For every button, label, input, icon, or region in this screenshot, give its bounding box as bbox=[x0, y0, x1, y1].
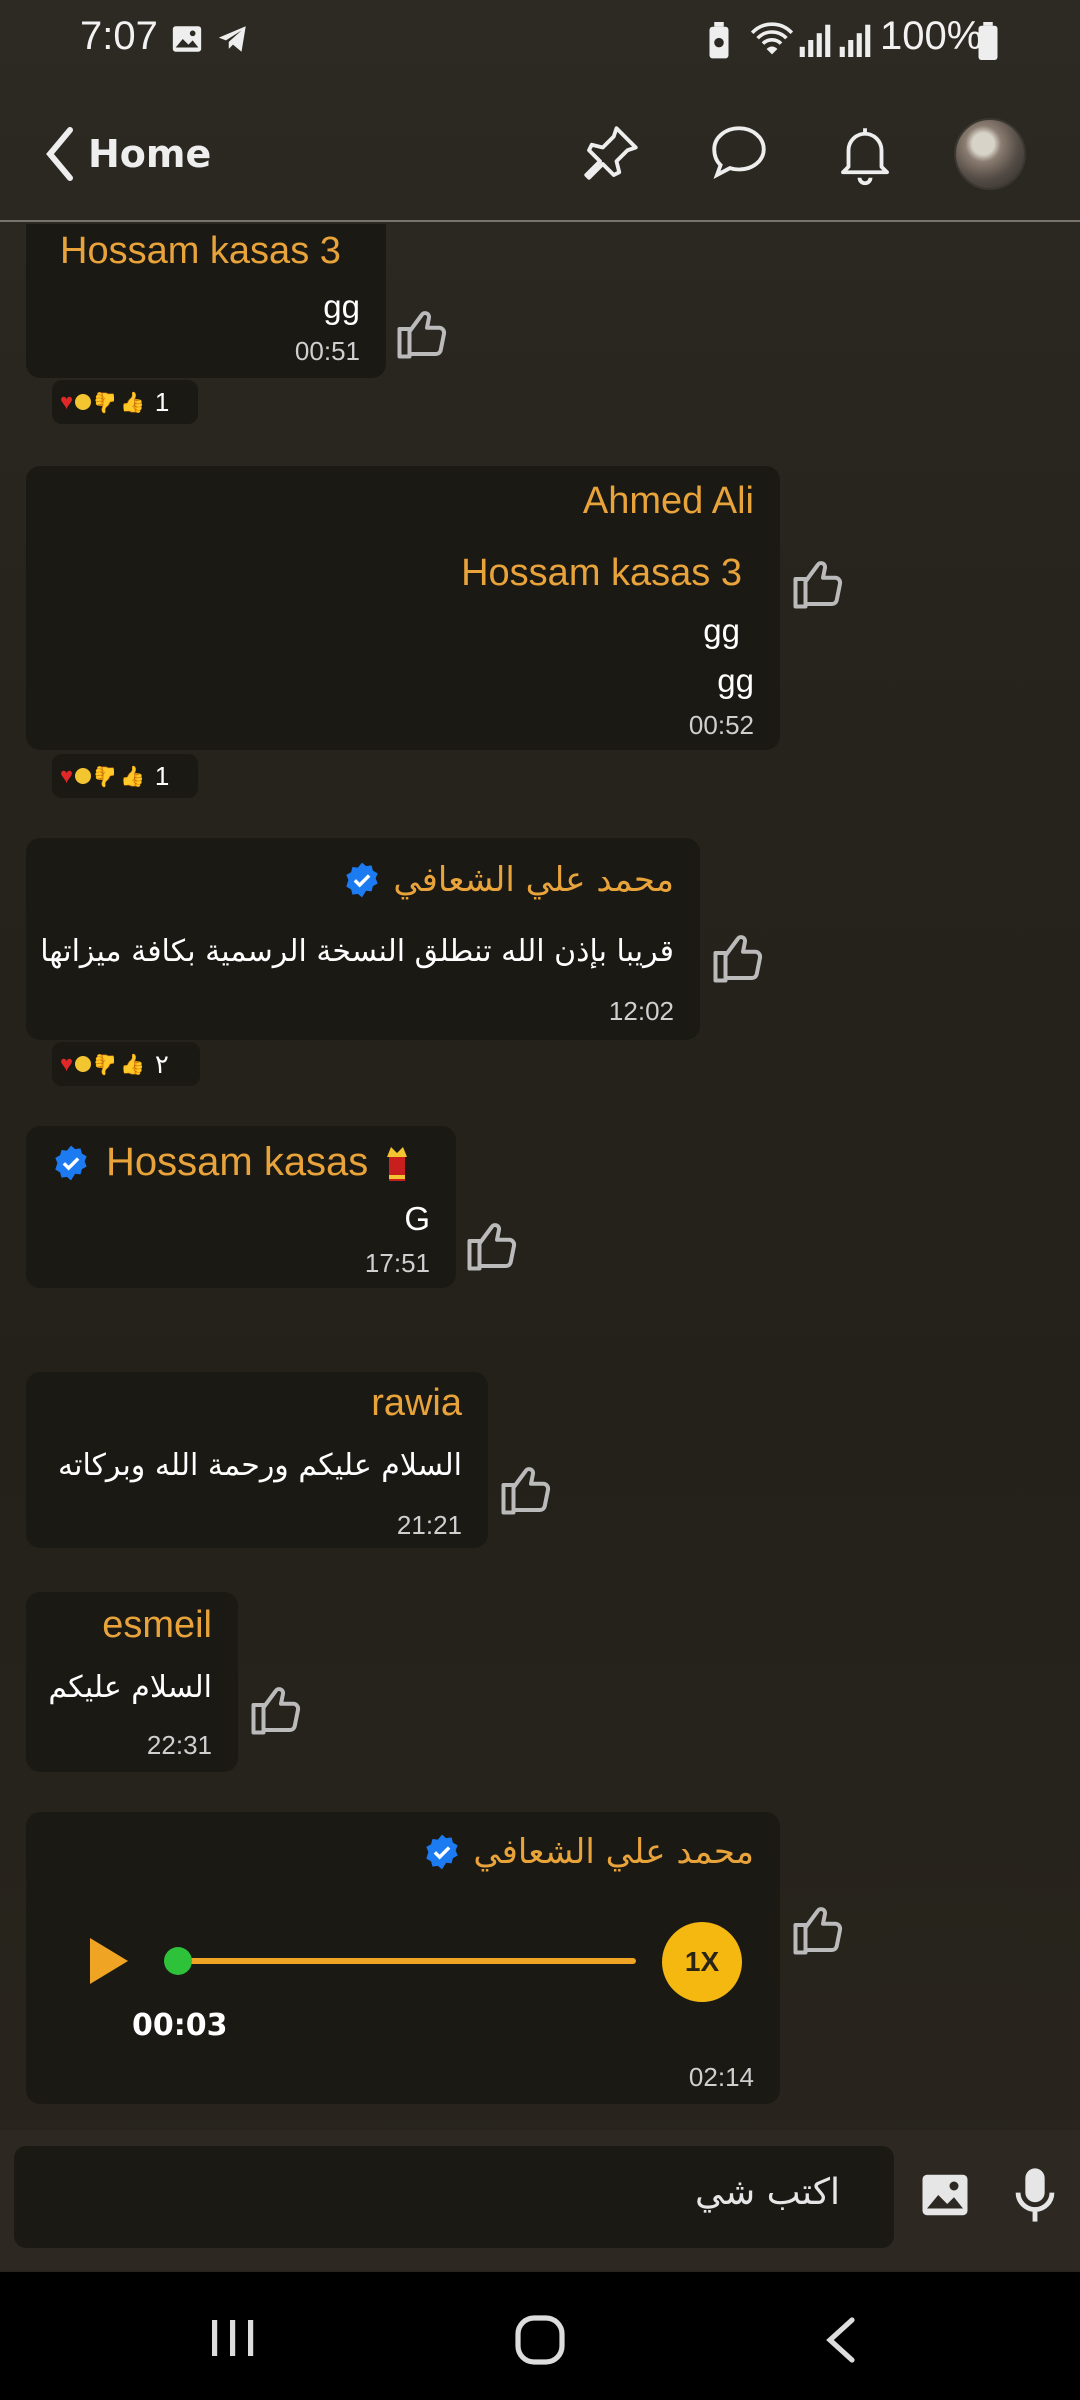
message-time: 00:52 bbox=[688, 710, 754, 740]
sender-row: محمد علي الشعافي bbox=[343, 860, 674, 900]
dislike-icon: 👍 bbox=[93, 1052, 118, 1075]
message-text: G bbox=[404, 1200, 430, 1237]
reaction-count: ٢ bbox=[154, 1048, 169, 1079]
message-sender: rawia bbox=[371, 1382, 462, 1424]
quoted-sender: Hossam kasas 3 bbox=[461, 552, 742, 594]
signal-2-icon bbox=[839, 24, 871, 57]
message-bubble[interactable]: Ahmed Ali Hossam kasas 3 gg gg 00:52 bbox=[26, 466, 780, 750]
like-icon[interactable] bbox=[462, 1216, 522, 1276]
like-icon[interactable] bbox=[392, 304, 452, 364]
like-icon[interactable] bbox=[246, 1680, 306, 1740]
battery-icon bbox=[978, 22, 998, 60]
back-button[interactable]: Home bbox=[44, 126, 211, 182]
verified-icon bbox=[426, 1834, 459, 1870]
message-bubble[interactable]: محمد علي الشعافي قريبا بإذن الله تنطلق ا… bbox=[26, 838, 700, 1040]
battery-percent: 100% bbox=[880, 14, 983, 58]
message-time: 00:51 bbox=[294, 336, 360, 366]
reaction-count: 1 bbox=[154, 760, 170, 791]
message-time: 17:51 bbox=[364, 1248, 430, 1278]
smile-icon bbox=[75, 768, 92, 784]
microphone-icon[interactable] bbox=[1010, 2166, 1060, 2224]
verified-icon bbox=[55, 1145, 87, 1180]
heart-icon: ♥ bbox=[60, 1051, 74, 1076]
back-label: Home bbox=[88, 132, 212, 176]
voice-message-bubble[interactable]: محمد علي الشعافي 1X 00:03 02:14 bbox=[26, 1812, 780, 2104]
message-input-placeholder: اكتب شي bbox=[695, 2172, 840, 2213]
verified-icon bbox=[346, 862, 379, 898]
reactions-bar[interactable]: ♥ 👍 👍 ٢ bbox=[52, 1042, 200, 1086]
image-attach-icon[interactable] bbox=[918, 2168, 972, 2222]
status-bar: 7:07 100% bbox=[0, 0, 1080, 80]
pin-icon[interactable] bbox=[578, 120, 644, 186]
thumbs-up-icon: 👍 bbox=[119, 765, 145, 788]
chat-icon[interactable] bbox=[706, 120, 772, 186]
image-notification-icon bbox=[172, 26, 202, 52]
signal-icon bbox=[799, 24, 831, 57]
message-time: 22:31 bbox=[146, 1730, 212, 1760]
smile-icon bbox=[75, 394, 92, 410]
like-icon[interactable] bbox=[788, 554, 848, 614]
chevron-left-icon bbox=[46, 127, 73, 181]
message-sender: محمد علي الشعافي bbox=[393, 860, 674, 900]
heart-icon: ♥ bbox=[60, 763, 74, 788]
message-sender: Ahmed Ali bbox=[582, 480, 754, 522]
quoted-text: gg bbox=[703, 612, 740, 649]
telegram-icon bbox=[218, 26, 246, 52]
message-bubble[interactable]: Hossam kasas 3 gg 00:51 bbox=[26, 224, 386, 378]
thumbs-up-icon: 👍 bbox=[119, 391, 145, 414]
message-text: gg bbox=[323, 288, 360, 325]
message-bubble[interactable]: esmeil السلام عليكم 22:31 bbox=[26, 1592, 238, 1772]
heart-icon: ♥ bbox=[60, 389, 74, 414]
voice-elapsed: 00:03 bbox=[132, 2008, 228, 2043]
chat-header: Home bbox=[0, 80, 1080, 222]
smile-icon bbox=[75, 1056, 92, 1072]
play-icon[interactable] bbox=[86, 1936, 130, 1986]
message-text: gg bbox=[717, 662, 754, 699]
playback-speed-label: 1X bbox=[684, 1946, 720, 1977]
voice-progress-thumb[interactable] bbox=[164, 1947, 192, 1975]
status-time: 7:07 bbox=[80, 14, 158, 58]
thumbs-up-icon: 👍 bbox=[119, 1053, 145, 1076]
battery-saver-icon bbox=[709, 22, 729, 59]
message-sender: Hossam kasas bbox=[106, 1140, 369, 1184]
reactions-bar[interactable]: ♥ 👍 👍 1 bbox=[52, 380, 198, 424]
message-time: 12:02 bbox=[608, 996, 674, 1026]
message-time: 21:21 bbox=[396, 1510, 462, 1540]
like-icon[interactable] bbox=[496, 1460, 556, 1520]
sender-row: Hossam kasas bbox=[52, 1140, 410, 1185]
back-nav-icon[interactable] bbox=[822, 2316, 858, 2364]
bell-icon[interactable] bbox=[832, 120, 898, 186]
home-icon[interactable] bbox=[512, 2312, 568, 2368]
avatar[interactable] bbox=[954, 118, 1026, 190]
recent-apps-icon[interactable] bbox=[208, 2316, 258, 2360]
message-bubble[interactable]: Hossam kasas G 17:51 bbox=[26, 1126, 456, 1288]
dislike-icon: 👍 bbox=[93, 390, 118, 413]
message-sender: esmeil bbox=[102, 1604, 212, 1646]
message-time: 02:14 bbox=[688, 2062, 754, 2092]
wifi-icon bbox=[750, 22, 794, 55]
message-sender: Hossam kasas 3 bbox=[60, 230, 341, 272]
message-sender: محمد علي الشعافي bbox=[473, 1832, 754, 1872]
reactions-bar[interactable]: ♥ 👍 👍 1 bbox=[52, 754, 198, 798]
message-text: السلام عليكم ورحمة الله وبركاته bbox=[58, 1448, 462, 1483]
playback-speed-button[interactable]: 1X bbox=[662, 1922, 742, 2002]
message-text: السلام عليكم bbox=[48, 1670, 212, 1705]
like-icon[interactable] bbox=[788, 1900, 848, 1960]
dislike-icon: 👍 bbox=[93, 764, 118, 787]
system-nav-bar bbox=[0, 2272, 1080, 2400]
voice-progress-track[interactable] bbox=[164, 1947, 636, 1975]
reaction-count: 1 bbox=[154, 386, 170, 417]
message-text: قريبا بإذن الله تنطلق النسخة الرسمية بكا… bbox=[40, 934, 674, 969]
crown-badge-icon bbox=[387, 1146, 408, 1181]
message-bubble[interactable]: rawia السلام عليكم ورحمة الله وبركاته 21… bbox=[26, 1372, 488, 1548]
sender-row: محمد علي الشعافي bbox=[423, 1832, 754, 1872]
like-icon[interactable] bbox=[708, 928, 768, 988]
